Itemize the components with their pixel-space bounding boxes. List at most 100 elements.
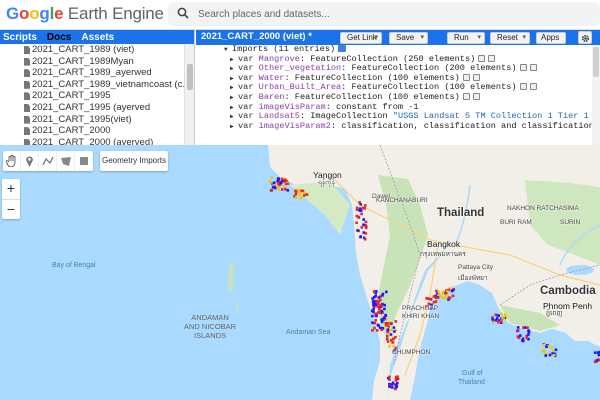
classification-point	[429, 297, 433, 301]
classification-point	[362, 218, 365, 221]
classification-point	[394, 335, 397, 339]
tab-scripts[interactable]: Scripts	[3, 32, 37, 43]
draw-rectangle-button[interactable]	[75, 151, 93, 171]
script-item[interactable]: 2021_CART_1989_ayerwed	[0, 67, 184, 79]
classification-point	[373, 321, 376, 325]
import-value: constant from -1	[336, 101, 419, 112]
zoom-control: + −	[2, 179, 20, 219]
geometry-imports-button[interactable]: Geometry Imports	[100, 151, 168, 171]
classification-point	[276, 185, 279, 189]
expand-triangle-icon[interactable]: ▶	[230, 103, 234, 113]
expand-triangle-icon[interactable]: ▶	[230, 122, 234, 132]
expand-triangle-icon[interactable]: ▶	[230, 112, 234, 122]
expand-triangle-icon[interactable]: ▶	[230, 93, 234, 103]
file-title: 2021_CART_2000 (viet) *	[201, 31, 312, 42]
zoom-out-button[interactable]: −	[2, 200, 20, 220]
import-line[interactable]: ▶ var imageVisParam2: classification, cla…	[196, 121, 600, 132]
import-value: FeatureCollection (200 elements)	[351, 63, 517, 74]
import-var-name[interactable]: Mangrove	[259, 54, 300, 64]
script-item[interactable]: 2021_CART_1995	[0, 90, 184, 102]
classification-point	[364, 220, 368, 224]
import-var-name[interactable]: Landsat5	[259, 111, 300, 121]
apps-button[interactable]: Apps	[536, 32, 566, 44]
layer-settings-icon[interactable]	[478, 54, 486, 62]
classification-point	[294, 196, 298, 199]
delete-icon[interactable]	[529, 83, 537, 91]
var-keyword: var	[238, 63, 254, 74]
expand-triangle-icon[interactable]: ▶	[230, 55, 234, 65]
chevron-down-icon[interactable]: ▾	[420, 33, 424, 43]
classification-point	[442, 296, 445, 300]
search-input[interactable]	[198, 5, 588, 23]
classification-point	[432, 295, 436, 298]
settings-button[interactable]	[578, 31, 592, 44]
show-code-icon[interactable]	[338, 45, 347, 52]
classification-point	[494, 313, 498, 317]
script-item[interactable]: 2021_CART_1989Myan	[0, 56, 184, 68]
scrollbar-thumb[interactable]	[593, 47, 599, 77]
classification-point	[437, 290, 441, 294]
import-var-name[interactable]: imageVisParam2	[259, 121, 331, 131]
var-keyword: var	[238, 101, 254, 112]
scrollbar-thumb[interactable]	[187, 64, 193, 90]
script-item[interactable]: 2021_CART_2000 (ayerved)	[0, 137, 184, 145]
import-var-name[interactable]: Water	[259, 73, 285, 83]
tab-docs[interactable]: Docs	[47, 32, 71, 43]
get-link-button[interactable]: Get Link ▾	[340, 32, 382, 44]
import-var-name[interactable]: Urban_Built_Area	[259, 82, 342, 93]
search-icon	[177, 7, 189, 19]
chevron-down-icon[interactable]: ▾	[374, 33, 378, 43]
reset-button[interactable]: Reset ▾	[490, 32, 530, 44]
script-item[interactable]: 2021_CART_1995(viet)	[0, 114, 184, 126]
product-name: Earth Engine	[67, 4, 164, 23]
script-item[interactable]: 2021_CART_1989_vietnamcoast (c...	[0, 79, 184, 91]
search-box[interactable]	[168, 2, 600, 26]
collapse-triangle-icon[interactable]: ▼	[224, 45, 228, 55]
scripts-scrollbar[interactable]	[184, 44, 194, 145]
draw-line-button[interactable]	[39, 151, 57, 171]
delete-icon[interactable]	[488, 54, 496, 62]
chevron-down-icon[interactable]: ▾	[522, 33, 526, 43]
import-var-name[interactable]: Baren	[259, 92, 285, 102]
add-marker-button[interactable]	[21, 151, 39, 171]
import-var-name[interactable]: imageVisParam	[259, 102, 326, 112]
layer-settings-icon[interactable]	[462, 92, 470, 100]
scripts-list: 2021_CART_1989 (viet) 2021_CART_1989Myan…	[0, 44, 184, 145]
zoom-in-button[interactable]: +	[2, 179, 20, 199]
expand-triangle-icon[interactable]: ▶	[230, 64, 234, 74]
delete-icon[interactable]	[529, 64, 537, 72]
classification-point	[451, 289, 455, 292]
expand-triangle-icon[interactable]: ▶	[230, 83, 234, 93]
classification-point	[381, 292, 385, 296]
classification-point	[298, 193, 302, 196]
label-andaman-sea: Andaman Sea	[286, 329, 331, 336]
code-editor[interactable]: ▼ Imports (11 entries) ▶ var Mangrove: Fe…	[196, 45, 600, 145]
layer-settings-icon[interactable]	[519, 83, 527, 91]
expand-triangle-icon[interactable]: ▶	[230, 74, 234, 84]
import-var-name[interactable]: Other_vegetation	[259, 63, 342, 73]
earth-engine-logo[interactable]: Google Earth Engine	[6, 4, 164, 24]
tab-assets[interactable]: Assets	[81, 32, 114, 43]
script-item[interactable]: 2021_CART_1989 (viet)	[0, 44, 184, 56]
layer-settings-icon[interactable]	[462, 73, 470, 81]
map-view[interactable]: Geometry Imports + − Bay of Bengal ANDAM…	[0, 145, 600, 400]
save-button[interactable]: Save ▾	[389, 32, 428, 44]
run-button[interactable]: Run ▾	[447, 32, 485, 44]
delete-icon[interactable]	[472, 92, 480, 100]
layer-settings-icon[interactable]	[519, 64, 527, 72]
delete-icon[interactable]	[472, 73, 480, 81]
classification-point	[497, 320, 500, 324]
classification-point	[384, 321, 388, 325]
var-keyword: var	[238, 53, 254, 64]
hand-tool-button[interactable]	[3, 151, 21, 171]
draw-polygon-button[interactable]	[57, 151, 75, 171]
code-scrollbar[interactable]	[592, 45, 600, 145]
left-panel: Scripts Docs Assets 2021_CART_1989 (viet…	[0, 30, 195, 145]
label-nakhon-ratchasima: NAKHON RATCHASIMA	[507, 205, 579, 212]
chevron-down-icon[interactable]: ▾	[477, 33, 481, 43]
script-item[interactable]: 2021_CART_2000	[0, 125, 184, 137]
classification-point	[526, 333, 530, 337]
classification-point	[447, 296, 451, 299]
script-item[interactable]: 2021_CART_1995 (ayerved	[0, 102, 184, 114]
classification-point	[441, 291, 444, 295]
